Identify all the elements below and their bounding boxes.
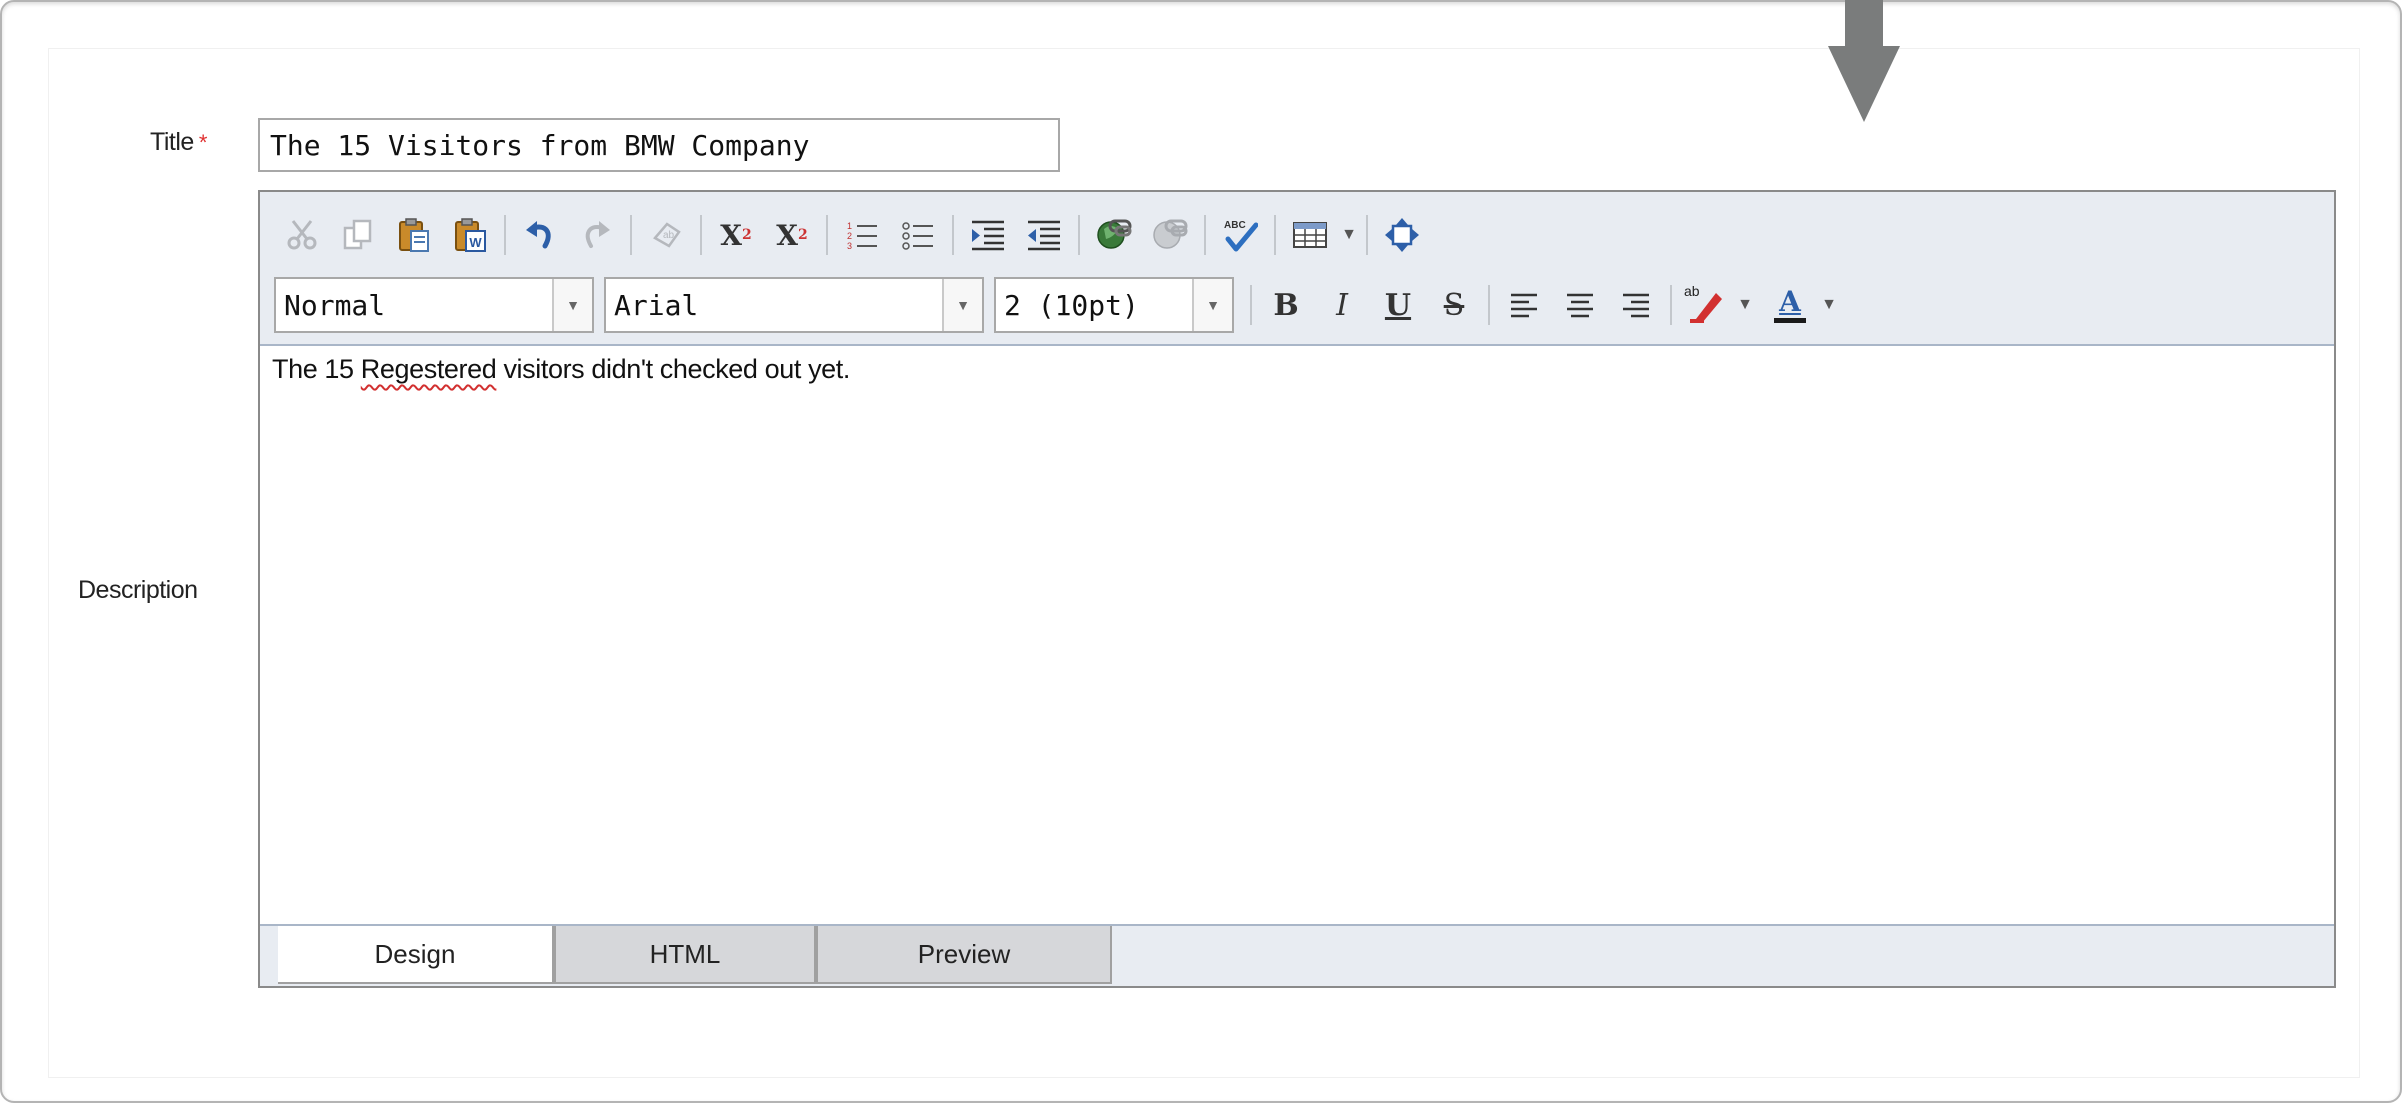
block-format-select[interactable]: Normal ▼ <box>274 277 594 333</box>
align-right-icon[interactable] <box>1612 281 1660 329</box>
toolbar-separator <box>952 215 954 255</box>
cut-icon[interactable] <box>278 211 326 259</box>
block-format-value: Normal <box>284 289 386 322</box>
paste-icon[interactable] <box>390 211 438 259</box>
bold-button[interactable]: B <box>1262 281 1310 329</box>
svg-text:2: 2 <box>847 231 852 241</box>
toolbar-separator <box>1366 215 1368 255</box>
unordered-list-icon[interactable] <box>894 211 942 259</box>
editor-mode-tabs: Design HTML Preview <box>278 926 1112 984</box>
font-size-select[interactable]: 2 (10pt) ▼ <box>994 277 1234 333</box>
chevron-down-icon[interactable]: ▼ <box>552 279 592 331</box>
toolbar-separator <box>1488 285 1490 325</box>
required-marker: * <box>198 130 208 155</box>
ordered-list-icon[interactable]: 123 <box>838 211 886 259</box>
indent-icon[interactable] <box>964 211 1012 259</box>
toolbar-separator <box>630 215 632 255</box>
highlight-label: ab <box>1684 283 1700 299</box>
remove-link-icon[interactable] <box>1146 211 1194 259</box>
font-color-icon[interactable]: A <box>1766 281 1814 329</box>
align-left-icon[interactable] <box>1500 281 1548 329</box>
toolbar-separator <box>1204 215 1206 255</box>
undo-icon[interactable] <box>516 211 564 259</box>
tab-design[interactable]: Design <box>278 926 554 984</box>
redo-icon[interactable] <box>572 211 620 259</box>
svg-text:3: 3 <box>847 241 852 251</box>
toolbar-separator <box>826 215 828 255</box>
title-input[interactable] <box>258 118 1060 172</box>
misspelled-word: Regestered <box>360 354 497 384</box>
font-color-dropdown-icon[interactable]: ▼ <box>1818 296 1840 314</box>
font-color-swatch <box>1774 317 1806 323</box>
content-suffix: visitors didn't checked out yet. <box>496 354 850 384</box>
chevron-down-icon[interactable]: ▼ <box>1192 279 1232 331</box>
copy-icon[interactable] <box>334 211 382 259</box>
svg-text:W: W <box>469 235 482 250</box>
underline-button[interactable]: U <box>1374 281 1422 329</box>
title-label-wrap: Title * <box>150 128 207 157</box>
description-label: Description <box>78 576 198 604</box>
chevron-down-icon[interactable]: ▼ <box>942 279 982 331</box>
italic-button[interactable]: I <box>1318 281 1366 329</box>
font-name-value: Arial <box>614 289 699 322</box>
down-arrow-head-icon <box>1828 46 1900 122</box>
table-icon[interactable] <box>1286 211 1334 259</box>
toolbar-separator <box>504 215 506 255</box>
toolbar-row-2: Normal ▼ Arial ▼ 2 (10pt) ▼ B I U S ab ▼… <box>260 270 1840 340</box>
toolbar-row-1: W ab X2 X2 123 ABC ▼ <box>260 200 1430 270</box>
toolbar-separator <box>1274 215 1276 255</box>
highlight-color-icon[interactable]: ab <box>1682 281 1730 329</box>
toolbar-separator <box>1670 285 1672 325</box>
rich-text-editor: W ab X2 X2 123 ABC ▼ Normal ▼ Arial ▼ 2 … <box>258 190 2336 988</box>
down-arrow-icon <box>1845 0 1883 48</box>
toolbar-separator <box>1078 215 1080 255</box>
insert-link-icon[interactable] <box>1090 211 1138 259</box>
toolbar-separator <box>700 215 702 255</box>
font-name-select[interactable]: Arial ▼ <box>604 277 984 333</box>
title-label: Title <box>150 128 194 156</box>
content-prefix: The 15 <box>272 354 361 384</box>
remove-format-icon[interactable]: ab <box>642 211 690 259</box>
svg-text:1: 1 <box>847 221 852 231</box>
font-size-value: 2 (10pt) <box>1004 289 1139 322</box>
outdent-icon[interactable] <box>1020 211 1068 259</box>
font-color-label: A <box>1779 284 1801 318</box>
fullscreen-icon[interactable] <box>1378 211 1426 259</box>
align-center-icon[interactable] <box>1556 281 1604 329</box>
svg-text:ab: ab <box>663 230 675 241</box>
table-dropdown-icon[interactable]: ▼ <box>1338 226 1360 244</box>
paste-from-word-icon[interactable]: W <box>446 211 494 259</box>
spellcheck-icon[interactable]: ABC <box>1216 211 1264 259</box>
subscript-icon[interactable]: X2 <box>768 211 816 259</box>
superscript-icon[interactable]: X2 <box>712 211 760 259</box>
tab-preview[interactable]: Preview <box>816 926 1112 984</box>
tab-html[interactable]: HTML <box>554 926 816 984</box>
editor-content[interactable]: The 15 Regestered visitors didn't checke… <box>260 344 2334 926</box>
highlight-dropdown-icon[interactable]: ▼ <box>1734 296 1756 314</box>
toolbar-separator <box>1250 285 1252 325</box>
strikethrough-button[interactable]: S <box>1430 281 1478 329</box>
svg-text:ABC: ABC <box>1224 220 1246 231</box>
